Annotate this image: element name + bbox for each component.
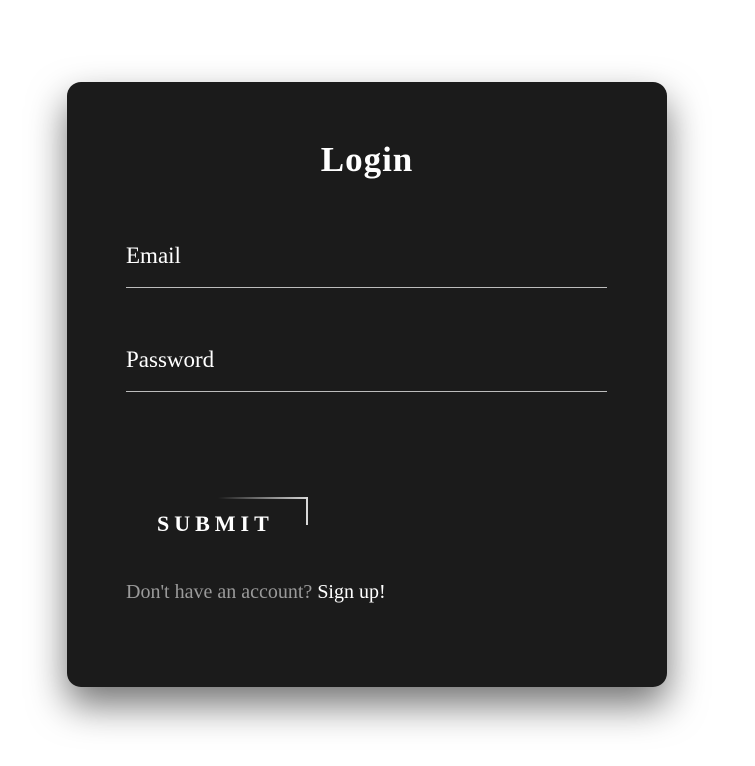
signup-prompt: Don't have an account?	[126, 581, 318, 603]
signup-row: Don't have an account? Sign up!	[126, 582, 386, 602]
submit-border-right	[306, 497, 308, 525]
email-input[interactable]	[126, 236, 607, 288]
login-title: Login	[320, 140, 414, 179]
password-input[interactable]	[126, 340, 607, 392]
password-underline	[126, 391, 607, 392]
signup-link[interactable]: Sign up!	[317, 581, 385, 603]
login-card: Login Email Password SUBMIT Don't have a…	[67, 82, 667, 687]
submit-button[interactable]: SUBMIT	[126, 497, 308, 535]
submit-border-top	[218, 497, 308, 499]
email-field-group: Email	[126, 236, 607, 288]
password-field-group: Password	[126, 340, 607, 392]
submit-button-label: SUBMIT	[157, 511, 274, 536]
email-underline	[126, 287, 607, 288]
